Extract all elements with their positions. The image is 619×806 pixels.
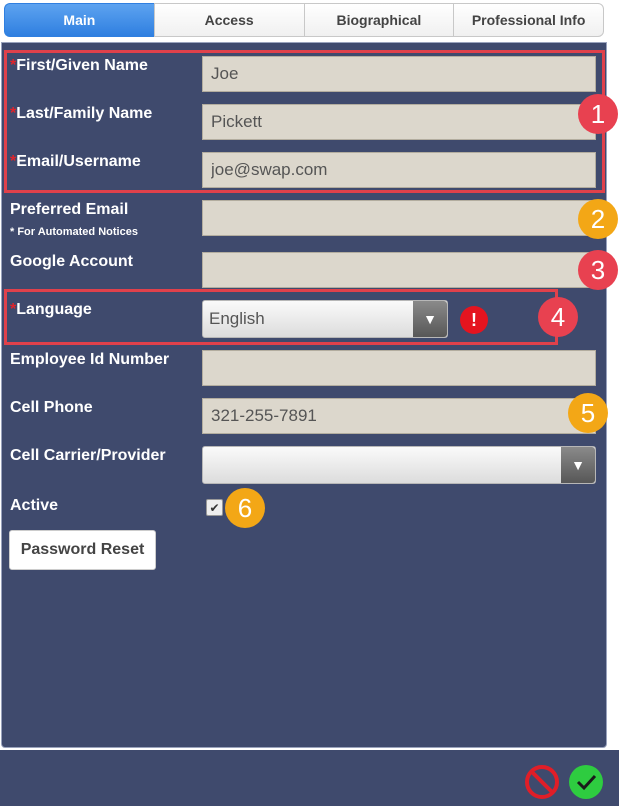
tab-access[interactable]: Access [153,3,304,37]
badge-3: 3 [578,250,618,290]
google-account-field[interactable] [202,252,596,288]
chevron-down-icon[interactable]: ▼ [561,447,595,483]
preferred-email-field[interactable] [202,200,596,236]
badge-6: 6 [225,488,265,528]
save-check-icon[interactable] [568,764,604,800]
badge-4: 4 [538,297,578,337]
required-fields-highlight [4,50,605,193]
google-account-label: Google Account [10,253,133,270]
preferred-email-note: * For Automated Notices [10,226,138,238]
cell-phone-field[interactable] [202,398,596,434]
tab-biographical[interactable]: Biographical [303,3,454,37]
tab-professional-info[interactable]: Professional Info [453,3,604,37]
cell-carrier-label: Cell Carrier/Provider [10,447,166,464]
language-highlight [4,289,558,345]
employee-id-label: Employee Id Number [10,351,170,368]
tab-bar: Main Access Biographical Professional In… [4,3,604,37]
cancel-icon[interactable] [524,764,560,800]
badge-5: 5 [568,393,608,433]
cell-phone-label: Cell Phone [10,399,93,416]
preferred-email-label: Preferred Email [10,201,129,218]
cell-carrier-select[interactable]: ▼ [202,446,596,484]
badge-1: 1 [578,94,618,134]
active-checkbox[interactable]: ✔ [206,499,223,516]
badge-2: 2 [578,199,618,239]
employee-id-field[interactable] [202,350,596,386]
password-reset-button[interactable]: Password Reset [9,530,156,570]
active-label: Active [10,497,59,514]
tab-main[interactable]: Main [4,3,154,37]
